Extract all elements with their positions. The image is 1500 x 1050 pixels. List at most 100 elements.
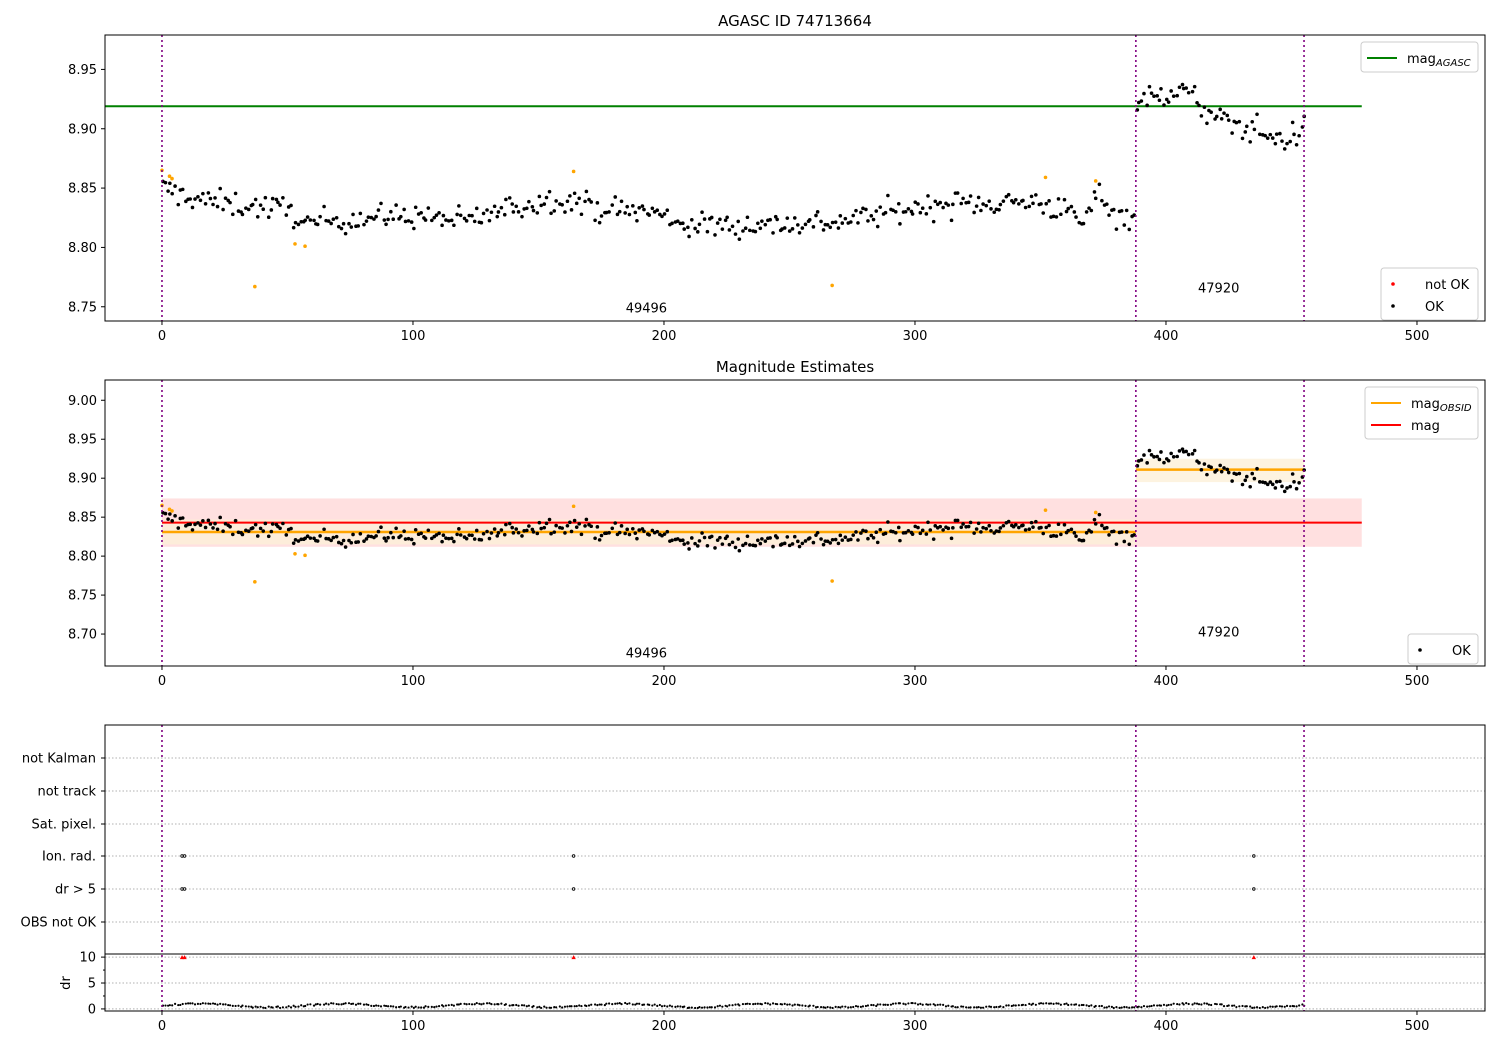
ok-point [1273, 141, 1278, 146]
dr-point [872, 1004, 875, 1007]
ok-point [565, 199, 570, 204]
ok-point [455, 532, 459, 537]
ok-point [173, 514, 177, 518]
ok-point [613, 521, 618, 525]
ok-point [736, 537, 741, 541]
ok-point [255, 214, 260, 219]
ok-point [700, 210, 704, 215]
ok-point [972, 210, 976, 215]
dr-point [894, 1002, 897, 1005]
ok-point [856, 221, 860, 225]
outlier-point [1093, 179, 1098, 183]
ok-point [403, 219, 408, 224]
ok-point [419, 210, 423, 215]
ok-point [811, 225, 816, 229]
ok-point [281, 521, 285, 526]
ok-point [537, 194, 542, 199]
ok-point [1039, 525, 1043, 530]
ok-point [1214, 114, 1219, 119]
ok-point [504, 522, 508, 527]
dr-point [1170, 1003, 1173, 1006]
ok-point [458, 213, 463, 218]
dr-point [993, 1006, 996, 1009]
ok-point [730, 540, 735, 545]
ok-point [535, 531, 540, 536]
ok-point [305, 215, 310, 219]
ok-point [261, 529, 266, 533]
dr-point [375, 1004, 378, 1007]
ok-point [797, 544, 802, 549]
ok-point [1294, 486, 1299, 491]
ok-point [423, 218, 428, 222]
dr-point [1258, 1006, 1261, 1010]
ok-point [1114, 227, 1119, 231]
dr-point [1200, 1003, 1203, 1006]
dr-point [199, 1002, 202, 1006]
ok-point [763, 539, 768, 543]
dr-point [306, 1003, 309, 1006]
ok-point [1243, 478, 1248, 483]
dr-point [468, 1002, 471, 1006]
ok-point [1166, 458, 1171, 463]
dr-point [713, 1006, 717, 1009]
ok-point [485, 529, 489, 534]
ok-point [1226, 470, 1231, 475]
ok-point [670, 538, 674, 543]
dr-point [490, 1003, 493, 1006]
dr-point [1251, 1006, 1254, 1009]
ok-point [849, 537, 853, 542]
ok-point [1031, 201, 1035, 206]
dr-point [939, 1003, 942, 1006]
ok-point [386, 217, 390, 222]
dr-point [359, 1002, 362, 1005]
dr-point [386, 1005, 390, 1008]
ok-point [1294, 143, 1299, 147]
ok-point [163, 180, 168, 185]
ok-point [303, 218, 308, 223]
dr-point [213, 1002, 217, 1005]
dr-point [351, 1002, 355, 1005]
ok-point [549, 211, 553, 216]
ok-point [211, 526, 215, 530]
ok-point [998, 526, 1003, 530]
ok-point [972, 531, 976, 535]
dr-point [1283, 1005, 1286, 1008]
x-tick-label: 0 [158, 329, 166, 344]
dr-point [278, 1006, 282, 1010]
dr-point [798, 1004, 801, 1007]
dr-point [1049, 1002, 1053, 1005]
ok-point [1017, 525, 1021, 530]
dr-point [852, 1005, 855, 1009]
ok-point [193, 197, 197, 201]
ok-point [583, 199, 587, 204]
ok-point [312, 218, 316, 223]
dr-point [1193, 1002, 1196, 1005]
ok-point [768, 536, 772, 540]
ok-point [1092, 190, 1097, 194]
ok-point [1157, 98, 1162, 103]
ok-point [1056, 197, 1061, 201]
ok-point [997, 207, 1001, 212]
dr-point [651, 1004, 654, 1007]
dr-point [520, 1004, 524, 1007]
ok-point [502, 532, 507, 537]
dr-point [1207, 1003, 1211, 1006]
dr-point [663, 1004, 666, 1007]
dr-point [493, 1003, 496, 1006]
outlier-point [571, 504, 576, 509]
ok-point [341, 538, 346, 543]
dr-point [620, 1003, 623, 1006]
dr-point [470, 1003, 474, 1006]
ok-point [514, 204, 519, 209]
ok-point [792, 216, 797, 220]
ok-point [951, 526, 955, 530]
dr-point [354, 1003, 358, 1006]
ok-point [635, 219, 639, 223]
ok-point [753, 543, 758, 548]
dr-point [700, 1006, 704, 1009]
ok-point [206, 518, 211, 523]
dr-point [596, 1004, 599, 1007]
dr-point [1292, 1005, 1296, 1008]
dr-point [1249, 1005, 1252, 1008]
ok-point [464, 536, 469, 541]
